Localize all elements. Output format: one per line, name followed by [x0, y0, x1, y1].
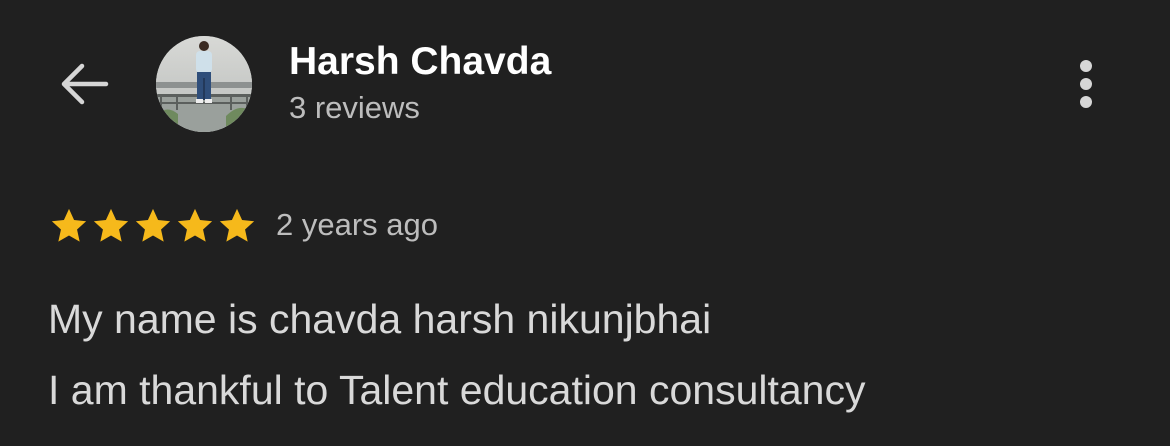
star-icon	[51, 208, 87, 242]
star-icon	[93, 208, 129, 242]
star-icon	[177, 208, 213, 242]
review-text-line: I am thankful to Talent education consul…	[48, 367, 866, 413]
star-icon	[219, 208, 255, 242]
review-text-line: My name is chavda harsh nikunjbhai	[48, 296, 712, 342]
reviewer-name[interactable]: Harsh Chavda	[289, 40, 551, 84]
review-age: 2 years ago	[276, 207, 438, 242]
arrow-left-icon	[61, 63, 109, 105]
review-count: 3 reviews	[289, 90, 420, 125]
avatar[interactable]	[156, 36, 252, 132]
back-button[interactable]	[56, 56, 112, 112]
more-options-button[interactable]	[1066, 56, 1106, 112]
profile-photo	[156, 36, 252, 132]
star-icon	[135, 208, 171, 242]
star-rating	[48, 205, 258, 247]
